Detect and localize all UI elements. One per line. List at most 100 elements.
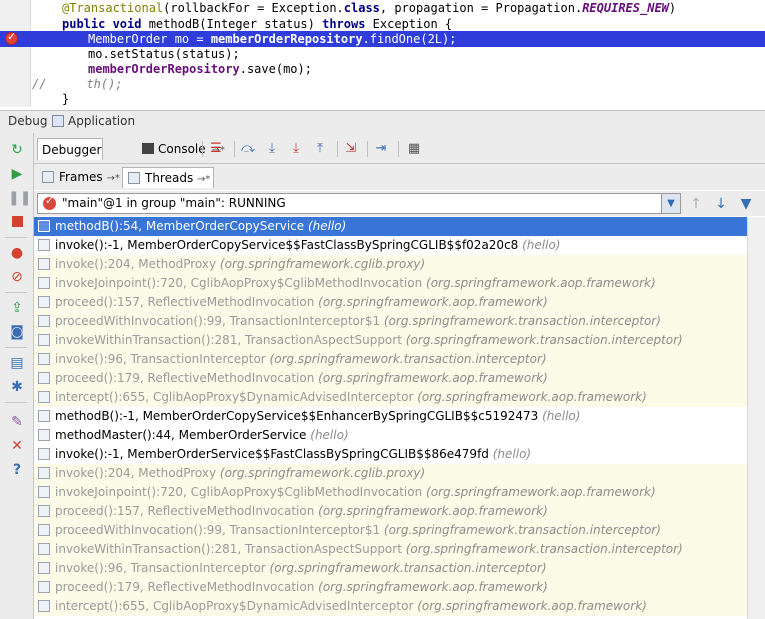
toolbar-separator	[367, 141, 368, 157]
tab-frames-pin: →*	[106, 173, 120, 184]
tab-frames-label: Frames	[59, 170, 103, 184]
code-line-text: MemberOrder mo = memberOrderRepository.f…	[88, 31, 456, 47]
mute-breakpoints-icon[interactable]: ⊘	[8, 268, 26, 286]
help-icon[interactable]: ?	[8, 461, 26, 479]
frames-threads-tab-bar: Frames →* Threads →*	[34, 164, 765, 190]
resume-icon[interactable]: ▶	[8, 165, 26, 183]
stack-frame-icon	[38, 543, 50, 555]
filter-frames-icon[interactable]: ▼	[737, 195, 755, 213]
console-icon	[142, 143, 154, 154]
stack-frame[interactable]: methodMaster():44, MemberOrderService (h…	[34, 426, 747, 445]
code-line-text: }	[62, 91, 69, 107]
stack-frame[interactable]: proceed():179, ReflectiveMethodInvocatio…	[34, 578, 747, 597]
toolbar-separator	[234, 141, 235, 157]
stack-frame[interactable]: invoke():204, MethodProxy (org.springfra…	[34, 464, 747, 483]
chevron-down-icon[interactable]: ▼	[661, 194, 680, 213]
stack-frame-icon	[38, 334, 50, 346]
stack-frame-label: intercept():655, CglibAopProxy$DynamicAd…	[55, 597, 647, 616]
tab-frames[interactable]: Frames →*	[37, 167, 121, 188]
stack-frame-package: (org.springframework.aop.framework)	[318, 580, 548, 594]
stack-frame-method: invokeWithinTransaction():281, Transacti…	[55, 542, 406, 556]
code-line[interactable]: mo.setStatus(status);	[0, 46, 765, 62]
stack-frame-method: invoke():-1, MemberOrderService$$FastCla…	[55, 447, 493, 461]
thread-selector-dropdown[interactable]: "main"@1 in group "main": RUNNING ▼	[37, 193, 681, 214]
step-out-icon[interactable]: ⤒	[312, 141, 328, 157]
stack-frame-icon	[38, 315, 50, 327]
stack-frame-icon	[38, 429, 50, 441]
code-line[interactable]: }	[0, 91, 765, 107]
stack-frame[interactable]: proceedWithInvocation():99, TransactionI…	[34, 521, 747, 540]
code-line[interactable]: @Transactional(rollbackFor = Exception.c…	[0, 0, 765, 16]
frames-list[interactable]: methodB():54, MemberOrderCopyService (he…	[34, 217, 747, 619]
stack-frame[interactable]: invoke():-1, MemberOrderService$$FastCla…	[34, 445, 747, 464]
breakpoint-icon[interactable]	[5, 30, 18, 45]
evaluate-expression-icon[interactable]: ▦	[406, 141, 422, 157]
code-line-text: // th();	[32, 76, 123, 92]
stack-frame-method: methodB():-1, MemberOrderCopyService$$En…	[55, 409, 543, 423]
settings-icon[interactable]: ✱	[8, 378, 26, 396]
code-token: methodB(Integer status)	[148, 17, 323, 31]
stack-frame[interactable]: invokeWithinTransaction():281, Transacti…	[34, 331, 747, 350]
pin-icon[interactable]: ✎	[8, 413, 26, 431]
code-line[interactable]: memberOrderRepository.save(mo);	[0, 61, 765, 77]
previous-frame-icon[interactable]: ↑	[687, 195, 705, 213]
stack-frame-icon	[38, 258, 50, 270]
toolbar-separator	[202, 141, 203, 157]
stack-frame[interactable]: invoke():96, TransactionInterceptor (org…	[34, 350, 747, 369]
tab-threads[interactable]: Threads →*	[122, 167, 214, 188]
stack-frame[interactable]: invokeJoinpoint():720, CglibAopProxy$Cgl…	[34, 274, 747, 293]
stack-frame[interactable]: methodB():-1, MemberOrderCopyService$$En…	[34, 407, 747, 426]
stack-frame-label: invoke():204, MethodProxy (org.springfra…	[55, 464, 425, 483]
stack-frame-package: (hello)	[542, 409, 581, 423]
stack-frame-package: (hello)	[307, 219, 347, 233]
close-icon[interactable]: ✕	[8, 437, 26, 455]
stack-frame-method: invoke():96, TransactionInterceptor	[55, 561, 270, 575]
stack-frame-method: intercept():655, CglibAopProxy$DynamicAd…	[55, 390, 418, 404]
stack-frame-method: invokeJoinpoint():720, CglibAopProxy$Cgl…	[55, 485, 427, 499]
stack-frame[interactable]: proceed():179, ReflectiveMethodInvocatio…	[34, 369, 747, 388]
restore-layout-icon[interactable]: ▤	[8, 354, 26, 372]
code-token: throws	[322, 17, 373, 31]
tab-debugger-label: Debugger	[42, 143, 102, 157]
stack-frame-package: (org.springframework.transaction.interce…	[269, 352, 547, 366]
stack-frame[interactable]: invokeJoinpoint():720, CglibAopProxy$Cgl…	[34, 483, 747, 502]
stack-frame[interactable]: invoke():96, TransactionInterceptor (org…	[34, 559, 747, 578]
rerun-icon[interactable]: ↻	[8, 141, 26, 159]
step-into-icon[interactable]: ⤓	[264, 141, 280, 157]
stack-frame-package: (org.springframework.cglib.proxy)	[219, 466, 426, 480]
stack-frame[interactable]: proceed():157, ReflectiveMethodInvocatio…	[34, 293, 747, 312]
step-over-icon[interactable]: ⤼	[240, 141, 256, 157]
run-to-cursor-icon[interactable]: ⇥	[373, 141, 389, 157]
get-thread-dump-icon[interactable]: ⇪	[8, 299, 26, 317]
stack-frame-package: (org.springframework.transaction.interce…	[383, 314, 661, 328]
stop-icon[interactable]	[8, 213, 26, 231]
take-snapshot-icon[interactable]: ◙	[8, 323, 26, 341]
force-step-into-icon[interactable]: ⤓	[288, 141, 304, 157]
current-execution-line[interactable]: MemberOrder mo = memberOrderRepository.f…	[0, 31, 765, 47]
stack-frame-label: proceed():157, ReflectiveMethodInvocatio…	[55, 293, 548, 312]
next-frame-icon[interactable]: ↓	[712, 195, 730, 213]
code-line[interactable]: public void methodB(Integer status) thro…	[0, 16, 765, 32]
stack-frame[interactable]: intercept():655, CglibAopProxy$DynamicAd…	[34, 388, 747, 407]
stack-frame-package: (org.springframework.aop.framework)	[318, 371, 548, 385]
thread-suspended-icon	[43, 194, 56, 210]
stack-frame-label: methodB():-1, MemberOrderCopyService$$En…	[55, 407, 580, 426]
view-breakpoints-icon[interactable]: ●	[8, 244, 26, 262]
frames-scrollbar[interactable]	[747, 217, 765, 619]
pause-icon[interactable]: ❚❚	[8, 189, 31, 207]
show-execution-point-icon[interactable]: ☰	[208, 141, 224, 157]
run-config-tab[interactable]: Application	[68, 114, 135, 128]
stack-frame[interactable]: invoke():204, MethodProxy (org.springfra…	[34, 255, 747, 274]
code-token: .findOne(2L);	[362, 32, 457, 46]
code-editor[interactable]: @Transactional(rollbackFor = Exception.c…	[0, 0, 765, 107]
tab-debugger[interactable]: Debugger	[37, 138, 103, 160]
stack-frame[interactable]: proceedWithInvocation():99, TransactionI…	[34, 312, 747, 331]
drop-frame-icon[interactable]: ⇲	[343, 141, 359, 157]
selected-stack-frame[interactable]: methodB():54, MemberOrderCopyService (he…	[34, 217, 747, 236]
code-line[interactable]: // th();	[0, 76, 765, 92]
stack-frame-package: (org.springframework.cglib.proxy)	[219, 257, 426, 271]
stack-frame[interactable]: intercept():655, CglibAopProxy$DynamicAd…	[34, 597, 747, 616]
stack-frame[interactable]: proceed():157, ReflectiveMethodInvocatio…	[34, 502, 747, 521]
stack-frame[interactable]: invoke():-1, MemberOrderCopyService$$Fas…	[34, 236, 747, 255]
stack-frame[interactable]: invokeWithinTransaction():281, Transacti…	[34, 540, 747, 559]
